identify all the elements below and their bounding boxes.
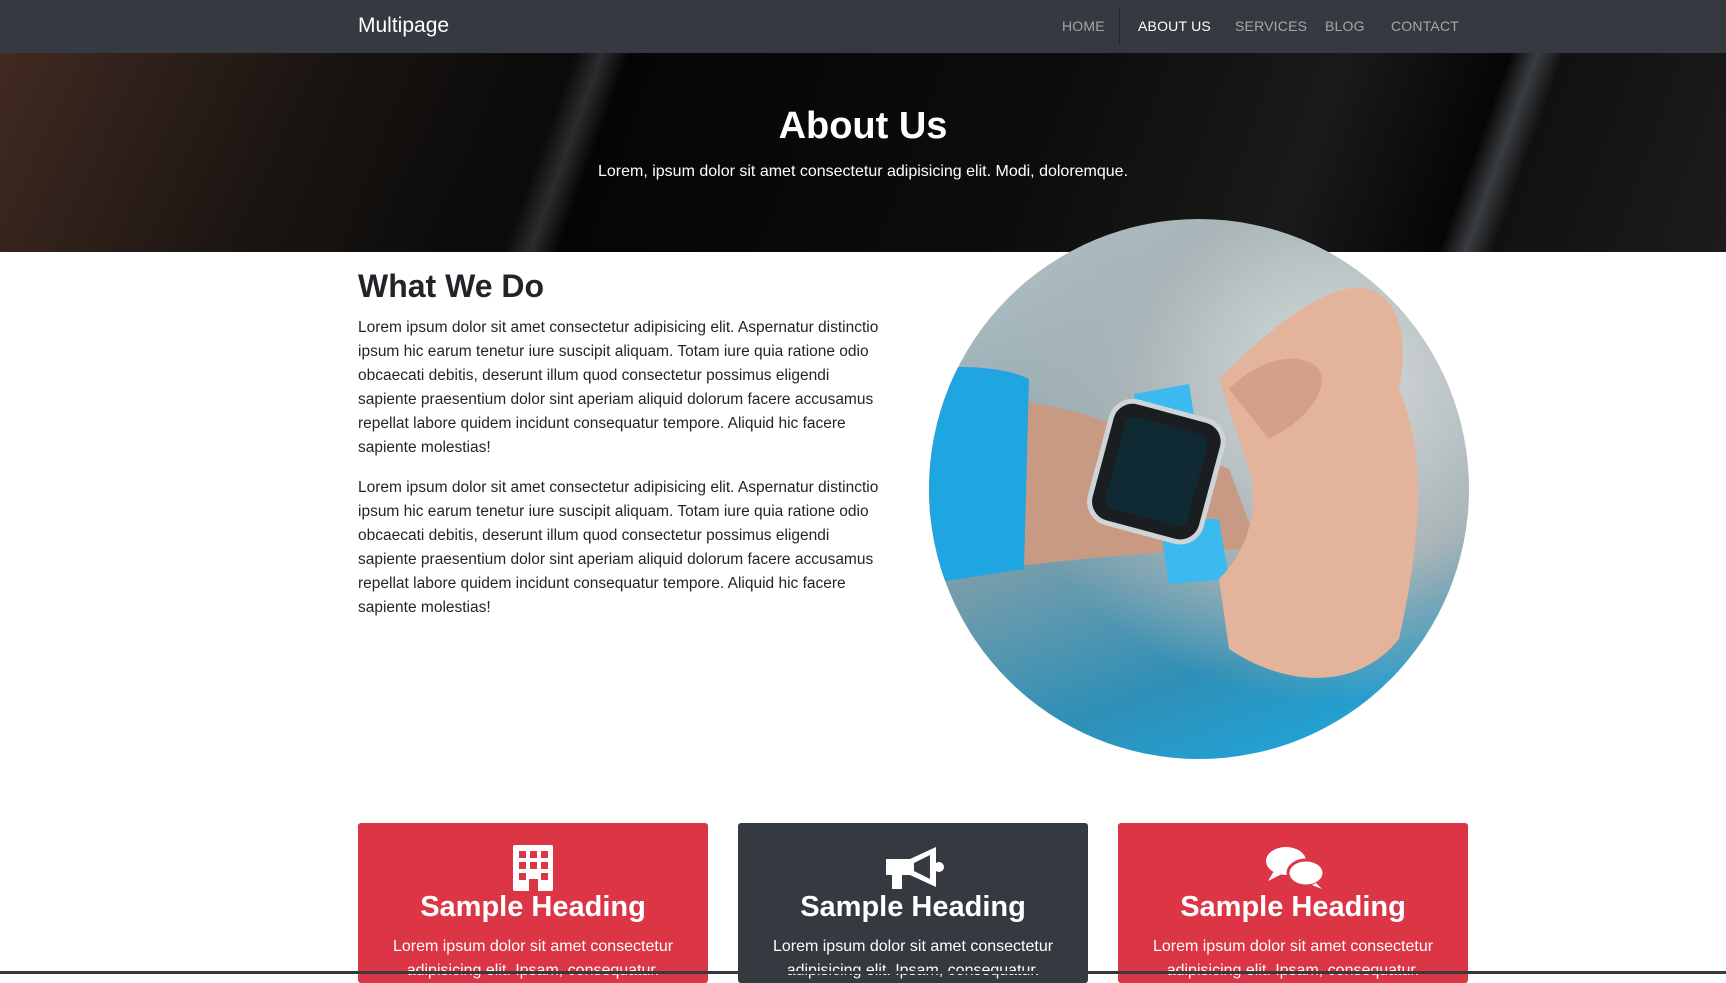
nav-divider bbox=[1119, 8, 1120, 45]
feature-card: Sample Heading Lorem ipsum dolor sit ame… bbox=[1118, 823, 1468, 983]
page-title: About Us bbox=[778, 105, 948, 147]
card-text: Lorem ipsum dolor sit amet consectetur a… bbox=[392, 938, 674, 979]
card-heading: Sample Heading bbox=[1180, 891, 1406, 923]
hero-subtitle: Lorem, ipsum dolor sit amet consectetur … bbox=[597, 163, 1129, 180]
feature-card: Sample Heading Lorem ipsum dolor sit ame… bbox=[738, 823, 1088, 983]
nav-item-blog[interactable]: BLOG bbox=[1325, 18, 1365, 34]
card-text: Lorem ipsum dolor sit amet consectetur a… bbox=[1152, 938, 1434, 979]
hero-banner: About Us Lorem, ipsum dolor sit amet con… bbox=[0, 53, 1726, 252]
section-paragraph: Lorem ipsum dolor sit amet consectetur a… bbox=[358, 319, 879, 456]
bullhorn-icon bbox=[738, 843, 1088, 891]
card-heading: Sample Heading bbox=[800, 891, 1026, 923]
smartwatch-illustration bbox=[929, 287, 1418, 678]
card-heading: Sample Heading bbox=[420, 891, 646, 923]
section-paragraph: Lorem ipsum dolor sit amet consectetur a… bbox=[358, 479, 879, 616]
building-icon bbox=[358, 843, 708, 891]
smartwatch-photo bbox=[929, 219, 1469, 759]
section-title: What We Do bbox=[358, 268, 545, 304]
nav-item-home[interactable]: HOME bbox=[1062, 18, 1105, 34]
navbar: Multipage HOME ABOUT US SERVICES BLOG CO… bbox=[0, 0, 1726, 53]
nav-item-services[interactable]: SERVICES bbox=[1235, 18, 1307, 34]
nav-item-about-us[interactable]: ABOUT US bbox=[1138, 18, 1211, 34]
feature-card: Sample Heading Lorem ipsum dolor sit ame… bbox=[358, 823, 708, 983]
card-text: Lorem ipsum dolor sit amet consectetur a… bbox=[772, 938, 1054, 979]
nav-item-contact[interactable]: CONTACT bbox=[1391, 18, 1459, 34]
brand-logo[interactable]: Multipage bbox=[358, 14, 449, 38]
comments-icon bbox=[1118, 843, 1468, 891]
